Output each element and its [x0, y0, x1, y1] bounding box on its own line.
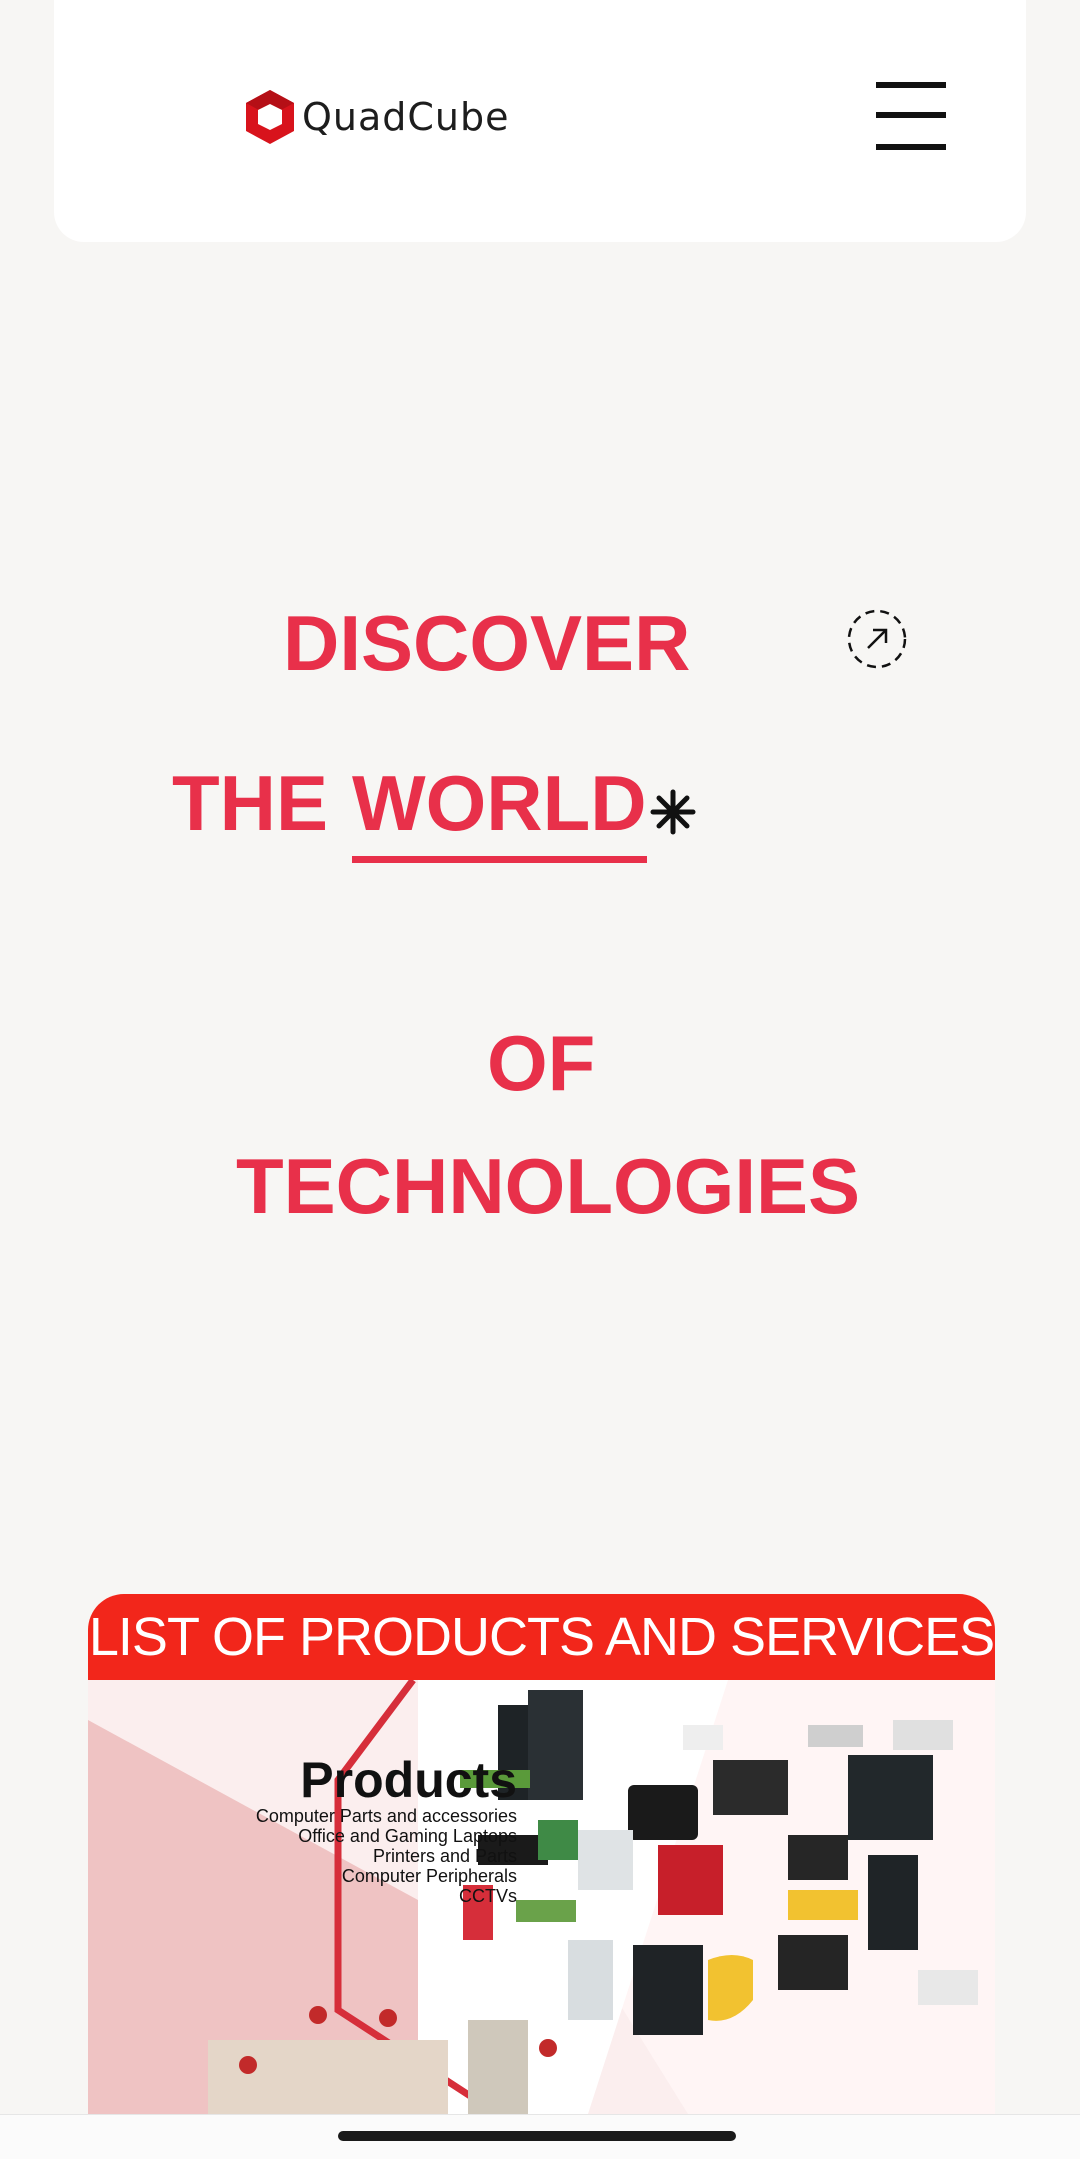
hamburger-menu-icon[interactable] [876, 80, 946, 152]
products-list: Computer Parts and accessories Office an… [256, 1806, 517, 1906]
hero-word-the: THE [172, 759, 328, 847]
product-item: Computer Parts and accessories [255, 1806, 517, 1826]
products-services-banner[interactable]: LIST OF PRODUCTS AND SERVICES Products C… [88, 1594, 995, 2114]
product-item: CCTVs [459, 1886, 517, 1906]
cube-logo-icon [246, 90, 294, 144]
top-header: QuadCube [54, 0, 1026, 242]
product-item: Computer Peripherals [341, 1866, 517, 1886]
system-navigation-bar [0, 2114, 1080, 2159]
product-item: Printers and Parts [372, 1846, 517, 1866]
brand-logo[interactable]: QuadCube [242, 88, 510, 146]
hero-word-world-underlined: WORLD [352, 764, 647, 863]
home-indicator[interactable] [338, 2131, 736, 2141]
hero-line-technologies: TECHNOLOGIES [236, 1142, 861, 1230]
asterisk-star-icon [650, 789, 696, 835]
hero-line-discover: DISCOVER [283, 599, 691, 687]
hero-line-the-world: THE WORLD [172, 764, 697, 863]
products-text-block: Products Computer Parts and accessories … [256, 1754, 517, 1906]
tech-products-illustration [88, 1680, 995, 2114]
brand-name: QuadCube [302, 95, 510, 139]
external-arrow-icon[interactable] [846, 608, 908, 670]
product-item: Office and Gaming Laptops [298, 1826, 517, 1846]
banner-title: LIST OF PRODUCTS AND SERVICES [88, 1594, 995, 1680]
hero-line-of: OF [487, 1019, 596, 1107]
products-heading: Products [300, 1752, 517, 1808]
